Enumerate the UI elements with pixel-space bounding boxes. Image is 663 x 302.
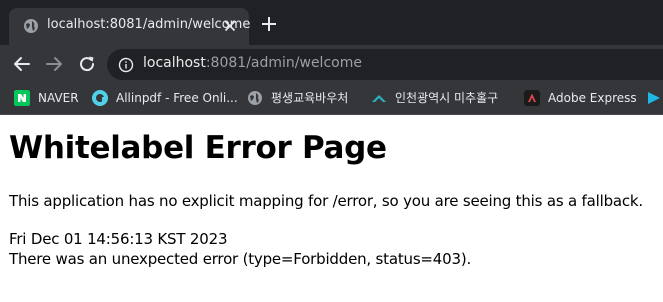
naver-icon [14,90,30,106]
url-text: localhost:8081/admin/welcome [143,55,362,71]
address-bar[interactable]: localhost:8081/admin/welcome [107,49,663,80]
bookmark-label: Adobe Express [548,91,637,105]
bookmark-label: 인천광역시 미추홀구 [395,91,499,105]
allinpdf-icon [92,90,108,106]
close-icon[interactable] [222,18,238,34]
tab-title: localhost:8081/admin/welcome [47,17,251,32]
bookmark-label: NAVER [38,91,79,105]
globe-icon [248,91,262,105]
error-detail: There was an unexpected error (type=Forb… [9,250,472,268]
plus-icon[interactable] [260,15,278,33]
browser-toolbar: localhost:8081/admin/welcome [0,45,663,83]
tab-strip: localhost:8081/admin/welcome [0,0,663,45]
adobe-express-icon [524,90,540,106]
info-icon[interactable] [118,57,134,73]
error-message: This application has no explicit mapping… [9,192,643,210]
reload-icon[interactable] [76,53,98,75]
browser-tab[interactable]: localhost:8081/admin/welcome [9,8,251,45]
michuhol-icon [372,95,386,102]
url-path: :8081/admin/welcome [205,55,362,71]
bookmark-app-icon [648,92,660,104]
page-title: Whitelabel Error Page [9,130,387,166]
error-timestamp: Fri Dec 01 14:56:13 KST 2023 [9,230,228,248]
bookmark-overflow[interactable] [646,90,663,108]
bookmark-label: Allinpdf - Free Onli... [116,91,238,105]
forward-arrow-icon[interactable] [43,53,65,75]
url-host: localhost [143,55,206,71]
bookmarks-bar: NAVER Allinpdf - Free Onli... 평생교육바우처 인천… [0,83,663,115]
bookmark-label: 평생교육바우처 [271,91,349,105]
back-arrow-icon[interactable] [11,53,33,75]
globe-icon [24,19,38,33]
page-content: Whitelabel Error Page This application h… [0,116,663,302]
